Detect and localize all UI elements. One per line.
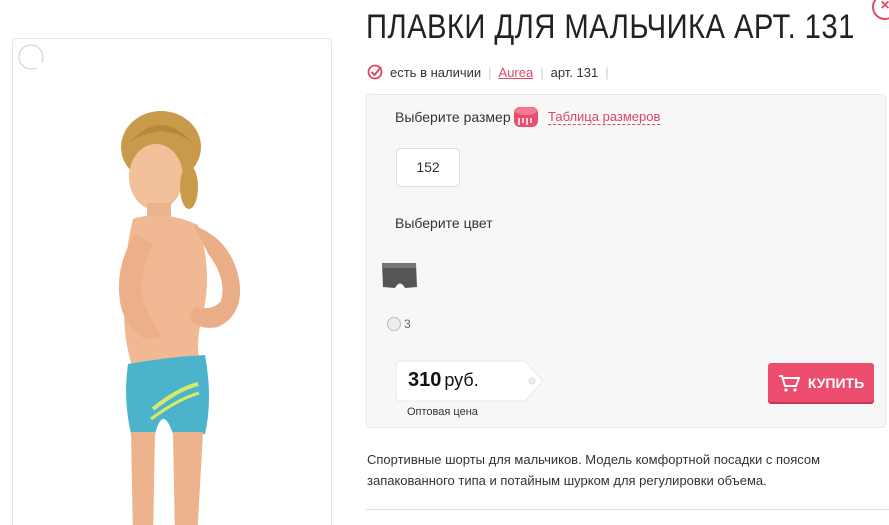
color-option[interactable]: 3	[387, 317, 411, 331]
size-label: Выберите размер	[395, 109, 511, 125]
buy-button-label: КУПИТЬ	[807, 374, 865, 391]
price-note: Оптовая цена	[407, 406, 478, 418]
buy-button[interactable]: КУПИТЬ	[768, 363, 874, 402]
price-tag: 310 руб.	[395, 360, 545, 402]
color-radio[interactable]	[387, 317, 401, 331]
close-icon[interactable]: ×	[872, 0, 889, 20]
price-currency: руб.	[444, 370, 479, 390]
color-option-label: 3	[404, 317, 411, 331]
product-meta: есть в наличии | Aurea | арт. 131 |	[367, 64, 616, 80]
cart-icon	[778, 374, 800, 392]
price-amount: 310	[408, 369, 442, 391]
page-title: ПЛАВКИ ДЛЯ МАЛЬЧИКА АРТ. 131	[366, 8, 855, 46]
color-label: Выберите цвет	[395, 215, 493, 231]
product-image-panel[interactable]	[12, 38, 332, 525]
availability-text: есть в наличии	[390, 64, 482, 80]
divider	[366, 509, 889, 510]
meta-separator: |	[540, 64, 544, 80]
measuring-tape-icon[interactable]	[512, 103, 540, 131]
article-number: арт. 131	[550, 64, 599, 80]
size-option-button[interactable]: 152	[396, 148, 460, 187]
product-options-box: Выберите размер Таблица размеров 152 Выб…	[366, 94, 886, 428]
size-chart-link[interactable]: Таблица размеров	[548, 109, 661, 125]
product-photo[interactable]	[13, 39, 332, 525]
meta-separator: |	[605, 64, 609, 80]
product-description: Спортивные шорты для мальчиков. Модель к…	[367, 452, 821, 488]
brand-link[interactable]: Aurea	[499, 65, 534, 80]
price-value: 310 руб.	[408, 369, 479, 392]
meta-separator: |	[488, 64, 492, 80]
color-swatch-image[interactable]	[379, 255, 419, 295]
check-circle-icon	[367, 64, 383, 80]
magnifier-icon[interactable]	[13, 39, 57, 83]
size-chart-link-group[interactable]: Таблица размеров	[512, 103, 661, 131]
